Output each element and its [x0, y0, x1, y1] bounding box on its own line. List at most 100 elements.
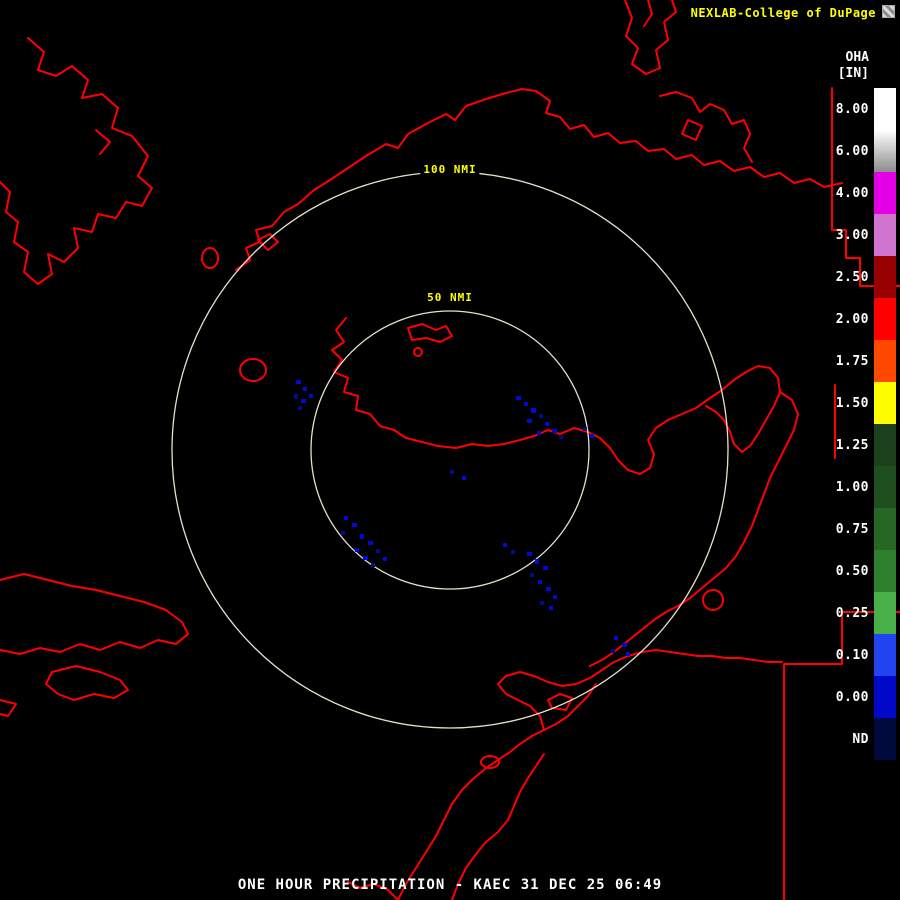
colorbar-label: 0.25: [823, 606, 869, 621]
precip-echo: [537, 431, 541, 435]
colorbar-entry: 2.50: [823, 256, 896, 298]
precip-echo: [462, 476, 466, 480]
colorbar-entry: 1.50: [823, 382, 896, 424]
colorbar-entry: 1.75: [823, 340, 896, 382]
colorbar-swatch: [874, 382, 896, 424]
precip-echo: [622, 643, 627, 647]
precip-echo: [626, 652, 630, 656]
precip-echo: [511, 550, 515, 554]
colorbar-swatch: [874, 130, 896, 172]
precip-echo: [539, 414, 543, 418]
brand-text: NEXLAB-College of DuPage: [691, 6, 876, 20]
colorbar-label: 8.00: [823, 102, 869, 117]
precip-echo: [552, 429, 557, 433]
precip-echo: [543, 566, 548, 570]
colorbar-label: 1.25: [823, 438, 869, 453]
colorbar-swatch: [874, 172, 896, 214]
precip-echo: [360, 534, 364, 539]
colorbar-label: 3.00: [823, 228, 869, 243]
colorbar-swatch: [874, 88, 896, 130]
colorbar-swatch: [874, 634, 896, 676]
colorbar-entry: 0.00: [823, 676, 896, 718]
colorbar-label: 0.50: [823, 564, 869, 579]
precip-echo: [527, 552, 532, 556]
precip-echo: [553, 595, 557, 599]
colorbar-label: ND: [823, 732, 869, 747]
colorbar-swatch: [874, 676, 896, 718]
precip-echo: [301, 399, 306, 403]
precip-echo: [341, 531, 345, 535]
precip-echo: [527, 419, 532, 423]
colorbar-entry: 8.00: [823, 88, 896, 130]
colorbar-entry: 0.10: [823, 634, 896, 676]
colorbar-label: 1.75: [823, 354, 869, 369]
precip-echo: [583, 427, 587, 431]
colorbar-entry: 3.00: [823, 214, 896, 256]
colorbar-swatch: [874, 256, 896, 298]
colorbar-label: 6.00: [823, 144, 869, 159]
colorbar-header: OHA [IN]: [804, 50, 896, 81]
precip-echo: [450, 470, 454, 474]
colorbar-label: 4.00: [823, 186, 869, 201]
precip-echo: [296, 380, 301, 384]
precip-echo: [376, 549, 380, 553]
colorbar-label: 0.10: [823, 648, 869, 663]
colorbar-entry: 0.25: [823, 592, 896, 634]
precip-echo: [559, 435, 563, 439]
precip-echo: [371, 563, 375, 567]
ring-label-50nmi: 50 NMI: [424, 291, 476, 304]
units-label: [IN]: [804, 66, 869, 82]
precip-echoes-layer: [0, 0, 900, 900]
precip-echo: [524, 402, 528, 406]
colorbar-label: 0.00: [823, 690, 869, 705]
footer-status-text: ONE HOUR PRECIPITATION - KAEC 31 DEC 25 …: [0, 877, 900, 893]
colorbar-entry: 0.50: [823, 550, 896, 592]
precip-echo: [363, 556, 368, 560]
colorbar: 8.00 6.00 4.00 3.00 2.50 2.00 1.75 1.50 1.25 1.00…: [823, 88, 896, 760]
precip-echo: [614, 636, 618, 640]
precip-echo: [530, 573, 534, 577]
colorbar-label: 1.00: [823, 480, 869, 495]
precip-echo: [531, 408, 536, 413]
precip-echo: [294, 394, 298, 399]
precip-echo: [549, 606, 553, 610]
precip-echo: [538, 580, 542, 584]
precip-echo: [590, 434, 594, 438]
ring-label-100nmi: 100 NMI: [420, 163, 479, 176]
colorbar-entry: 0.75: [823, 508, 896, 550]
colorbar-swatch: [874, 718, 896, 760]
precip-echo: [611, 649, 615, 653]
precip-echo: [516, 396, 521, 400]
product-code-label: OHA: [804, 50, 869, 66]
colorbar-entry: ND: [823, 718, 896, 760]
precip-echo: [352, 523, 357, 527]
colorbar-label: 2.00: [823, 312, 869, 327]
colorbar-entry: 2.00: [823, 298, 896, 340]
nexlab-logo-icon: [882, 5, 895, 18]
precip-echo: [303, 387, 307, 391]
colorbar-swatch: [874, 466, 896, 508]
colorbar-swatch: [874, 214, 896, 256]
colorbar-swatch: [874, 424, 896, 466]
precip-echo: [540, 601, 544, 605]
precip-echo: [503, 543, 507, 547]
precip-echo: [309, 394, 313, 398]
colorbar-entry: 6.00: [823, 130, 896, 172]
colorbar-swatch: [874, 340, 896, 382]
colorbar-entry: 1.00: [823, 466, 896, 508]
precip-echo: [546, 587, 551, 591]
colorbar-entry: 4.00: [823, 172, 896, 214]
precip-echo: [535, 559, 539, 564]
precip-echo: [383, 557, 387, 561]
precip-echo: [355, 548, 359, 552]
colorbar-swatch: [874, 550, 896, 592]
colorbar-label: 1.50: [823, 396, 869, 411]
colorbar-entry: 1.25: [823, 424, 896, 466]
precip-echo: [298, 406, 302, 410]
precip-echo: [545, 422, 549, 426]
precip-echo: [344, 516, 348, 520]
precip-echo: [368, 541, 373, 545]
colorbar-swatch: [874, 298, 896, 340]
colorbar-swatch: [874, 508, 896, 550]
colorbar-label: 2.50: [823, 270, 869, 285]
